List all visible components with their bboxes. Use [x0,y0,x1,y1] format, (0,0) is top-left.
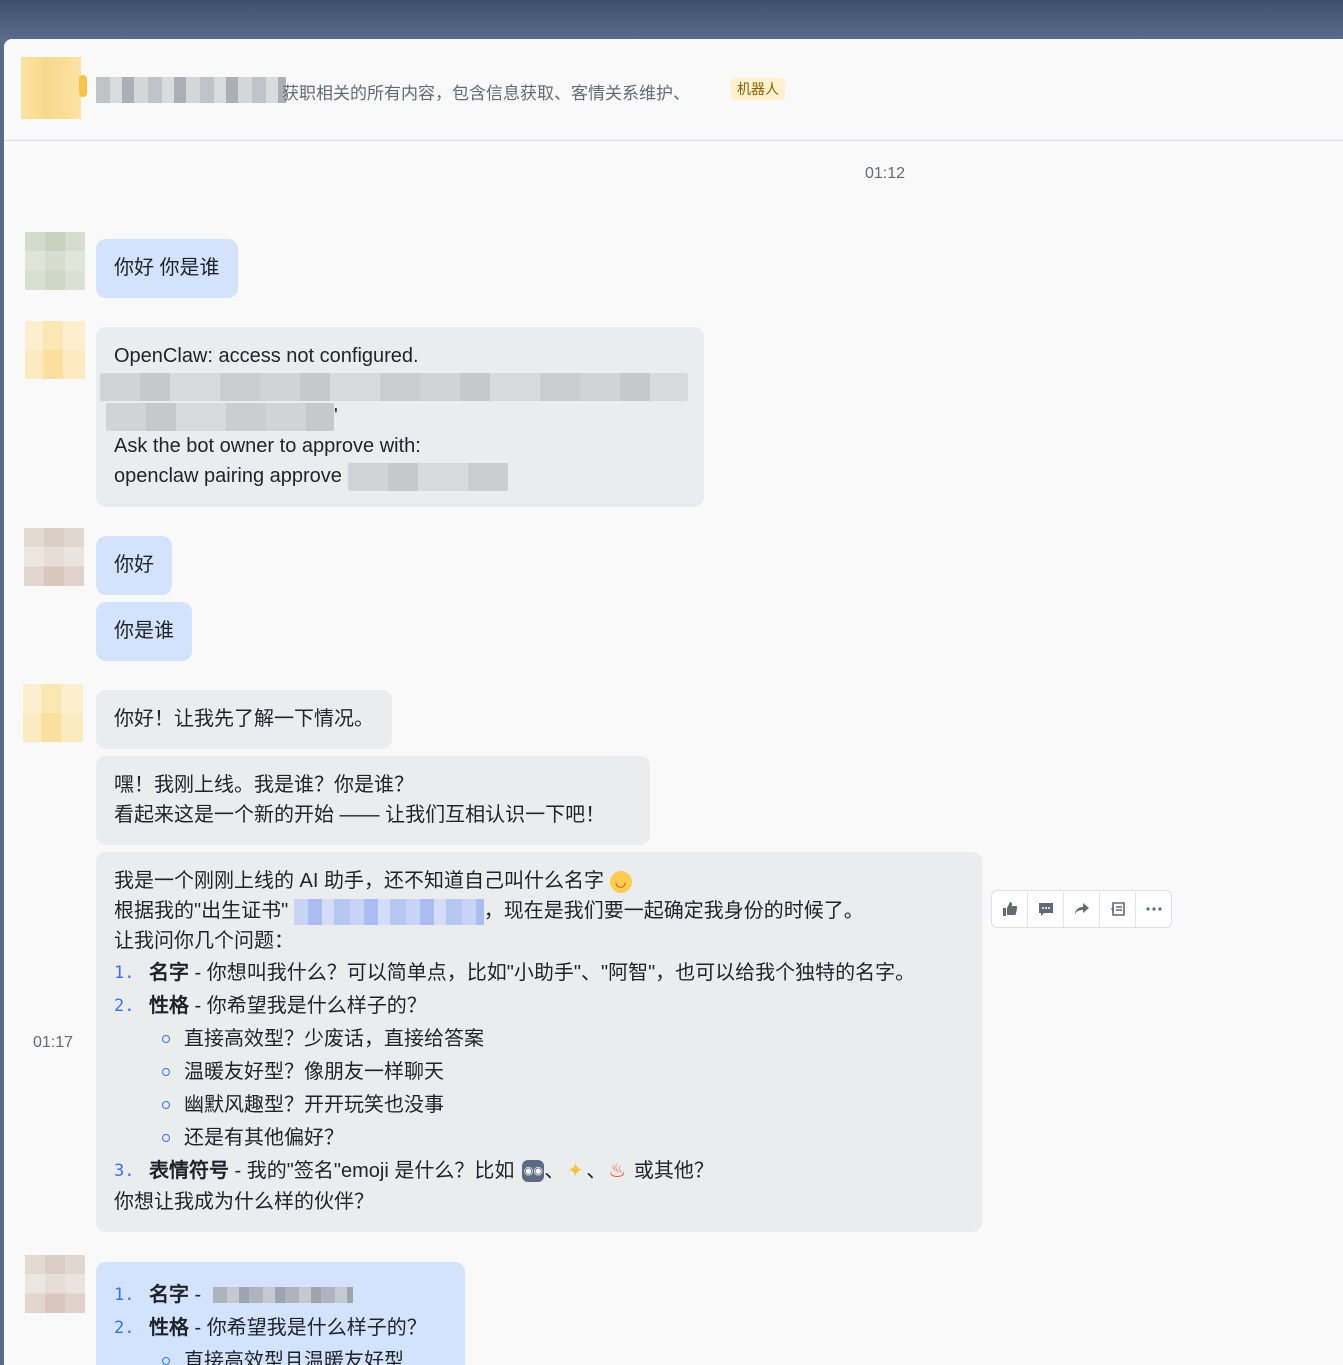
sub-list-item: 幽默风趣型？开开玩笑也没事 [114,1088,964,1121]
list-text: - 你希望我是什么样子的？ [189,994,427,1017]
list-title: 性格 [149,994,189,1017]
list-title: 名字 [149,1283,189,1306]
message-bubble[interactable]: 嘿！我刚上线。我是谁？你是谁？ 看起来这是一个新的开始 —— 让我们互相认识一下… [96,756,650,845]
list-text: - 你希望我是什么样子的？ [189,1316,427,1339]
message-action-toolbar [991,890,1172,928]
sub-list-item: 温暖友好型？像朋友一样聊天 [114,1055,964,1088]
message-bubble[interactable]: 你是谁 [96,602,192,661]
robot-emoji-icon: ◉◉ [522,1159,545,1182]
list-number: 2. [114,995,135,1016]
grin-emoji-icon: ◡ [609,870,632,893]
message-bubble[interactable]: 我是一个刚刚上线的 AI 助手，还不知道自己叫什么名字 ◡ 根据我的"出生证书"… [96,852,982,1232]
list-text: 幽默风趣型？开开玩笑也没事 [184,1093,444,1116]
list-title: 表情符号 [149,1159,229,1182]
message-text: 你好！让我先了解一下情况。 [114,708,374,730]
list-text: 还是有其他偏好？ [184,1126,344,1149]
list-text: 直接高效型且温暖友好型 [184,1349,404,1365]
forward-icon[interactable] [1064,891,1100,927]
list-item: 1. 名字 - 你想叫我什么？可以简单点，比如"小助手"、"阿智"，也可以给我个… [114,956,964,989]
more-icon[interactable] [1136,891,1171,927]
bullet-icon [162,1067,170,1076]
sub-list-item: 直接高效型？少废话，直接给答案 [114,1022,964,1055]
message-bubble[interactable]: 你好 你是谁 [96,239,238,298]
thumbs-up-icon[interactable] [992,891,1028,927]
list-number: 1. [114,1284,135,1305]
message-text: 你想让我成为什么样的伙伴？ [114,1191,374,1213]
quote-icon[interactable] [1100,891,1136,927]
message-text: 根据我的"出生证书" [114,900,289,922]
message-text: openclaw pairing approve [114,465,342,487]
separator-text: 、 [544,1159,565,1182]
sub-list-item: 还是有其他偏好？ [114,1121,964,1154]
timestamp: 01:17 [33,1034,74,1051]
bot-tag: 机器人 [731,78,785,100]
message-text: 让我问你几个问题： [114,930,294,952]
message-text: Ask the bot owner to approve with: [114,435,421,457]
message-bubble[interactable]: 你好 [96,536,172,595]
message-bubble[interactable]: 你好！让我先了解一下情况。 [96,690,392,749]
list-text: 直接高效型？少废话，直接给答案 [184,1027,484,1050]
chat-header: 获职相关的所有内容，包含信息获取、客情关系维护、 机器人 [4,39,1343,141]
message-bubble[interactable]: 1. 名字 - 2. 性格 - 你希望我是什么样子的？ 直接高效型且温暖友好型 [96,1262,465,1365]
message-text: 嘿！我刚上线。我是谁？你是谁？ [114,774,414,796]
message-text: 你好 [114,554,154,576]
list-item: 2. 性格 - 你希望我是什么样子的？ [114,1311,447,1344]
message-text: 我是一个刚刚上线的 AI 助手，还不知道自己叫什么名字 [114,870,605,892]
message-line: 根据我的"出生证书" ，现在是我们要一起确定我身份的时候了。 [114,896,964,926]
message-text: OpenClaw: access not configured. [114,345,419,367]
bullet-icon [162,1133,170,1142]
avatar[interactable] [25,321,85,379]
message-bubble[interactable]: OpenClaw: access not configured. ' Ask t… [96,327,704,507]
redacted-line [100,371,688,401]
redacted-line: ' [106,401,686,431]
group-name-blurred [96,77,286,103]
group-avatar[interactable] [21,57,87,119]
list-title: 名字 [149,961,189,984]
comment-icon[interactable] [1028,891,1064,927]
fire-emoji-icon: ♨ [608,1159,627,1182]
bullet-icon [162,1100,170,1109]
list-item: 2. 性格 - 你希望我是什么样子的？ [114,989,964,1022]
list-text: 或其他？ [628,1159,714,1182]
list-title: 性格 [149,1316,189,1339]
avatar[interactable] [25,232,85,290]
list-text: - 我的"签名"emoji 是什么？比如 [229,1159,515,1182]
message-line: 我是一个刚刚上线的 AI 助手，还不知道自己叫什么名字 ◡ [114,866,964,896]
redacted-link[interactable] [293,898,484,925]
message-text: ' [334,405,338,427]
bullet-icon [162,1356,170,1365]
list-item: 1. 名字 - [114,1278,447,1311]
list-text: 温暖友好型？像朋友一样聊天 [184,1060,444,1083]
avatar[interactable] [24,528,84,586]
avatar[interactable] [25,1255,85,1313]
redacted-text [213,1286,354,1303]
list-number: 1. [114,962,135,983]
redacted-code [347,462,508,491]
sub-list-item: 直接高效型且温暖友好型 [114,1344,447,1365]
avatar-badge [79,75,87,97]
bullet-icon [162,1034,170,1043]
message-text: 你是谁 [114,620,174,642]
message-text: ，现在是我们要一起确定我身份的时候了。 [483,900,864,922]
list-number: 2. [114,1317,135,1338]
group-description: 获职相关的所有内容，包含信息获取、客情关系维护、 [282,84,690,103]
avatar[interactable] [23,684,83,742]
list-text: - [189,1283,202,1306]
message-text: 看起来这是一个新的开始 —— 让我们互相认识一下吧！ [114,804,606,826]
separator-text: 、 [586,1159,607,1182]
list-text: - 你想叫我什么？可以简单点，比如"小助手"、"阿智"，也可以给我个独特的名字。 [189,961,916,984]
sparkles-emoji-icon: ✦ [566,1159,584,1182]
message-text: 你好 你是谁 [114,257,220,279]
chat-window: 获职相关的所有内容，包含信息获取、客情关系维护、 机器人 01:12 你好 你是… [4,39,1343,1365]
message-line: openclaw pairing approve [114,461,686,491]
list-item: 3. 表情符号 - 我的"签名"emoji 是什么？比如 ◉◉ 、 ✦ 、 ♨ … [114,1154,964,1187]
timestamp: 01:12 [865,165,906,182]
desktop-top-band [0,0,1343,40]
list-number: 3. [114,1160,135,1181]
